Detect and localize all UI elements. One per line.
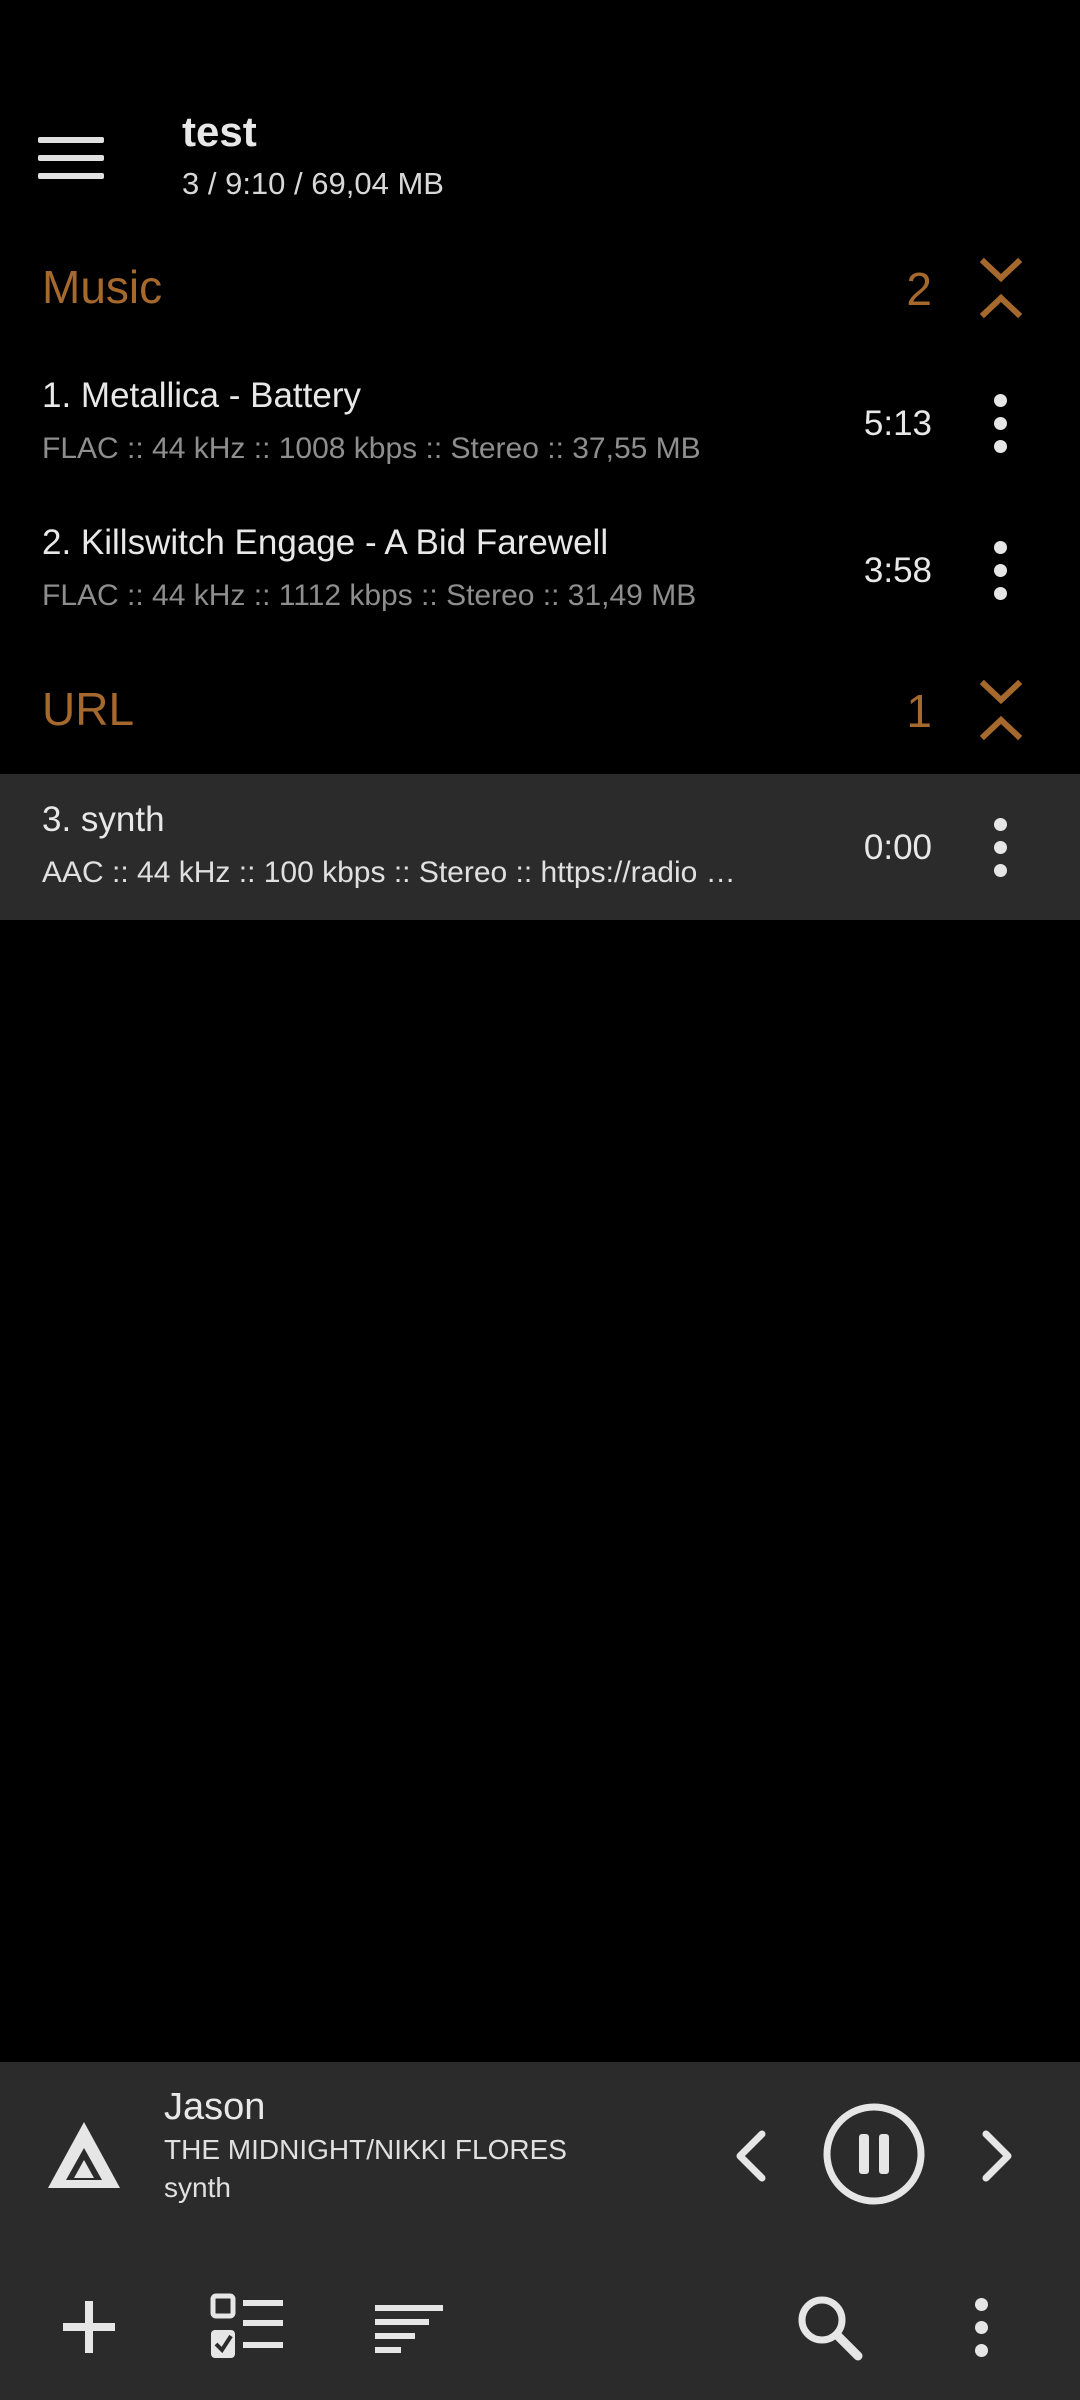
search-icon[interactable] [784,2282,874,2372]
now-playing-title: Jason [164,2086,266,2128]
collapse-expand-icon[interactable] [978,256,1024,320]
now-playing-album: synth [164,2172,231,2203]
track-duration: 0:00 [863,828,932,867]
collapse-expand-icon[interactable] [978,678,1024,742]
track-title: 2. Killswitch Engage - A Bid Farewell [42,523,609,562]
track-title: 1. Metallica - Battery [42,376,361,415]
track-row[interactable]: 2. Killswitch Engage - A Bid Farewell FL… [0,497,1080,643]
track-duration: 3:58 [863,551,932,590]
playlist-title: test [182,108,257,155]
aimp-logo-icon [48,2122,120,2188]
plus-icon[interactable] [44,2282,134,2372]
group-count: 2 [906,263,932,315]
sort-icon[interactable] [364,2282,454,2372]
more-vertical-icon[interactable] [936,2282,1026,2372]
more-vertical-icon[interactable] [970,812,1030,882]
track-meta: FLAC :: 44 kHz :: 1008 kbps :: Stereo ::… [42,432,701,465]
track-row-playing[interactable]: 3. synth AAC :: 44 kHz :: 100 kbps :: St… [0,774,1080,920]
checklist-icon[interactable] [202,2282,292,2372]
playlist-summary: 3 / 9:10 / 69,04 MB [182,166,444,201]
group-count: 1 [906,685,932,737]
more-vertical-icon[interactable] [970,535,1030,605]
group-name: Music [42,261,163,313]
track-title: 3. synth [42,800,165,839]
bottom-toolbar [0,2260,1080,2400]
group-header-url[interactable]: URL 1 [0,660,1080,760]
track-meta: FLAC :: 44 kHz :: 1112 kbps :: Stereo ::… [42,579,697,612]
track-duration: 5:13 [863,404,932,443]
track-meta: AAC :: 44 kHz :: 100 kbps :: Stereo :: h… [42,856,736,889]
track-row[interactable]: 1. Metallica - Battery FLAC :: 44 kHz ::… [0,350,1080,496]
group-header-music[interactable]: Music 2 [0,238,1080,338]
menu-icon[interactable] [38,122,122,194]
group-name: URL [42,683,135,735]
more-vertical-icon[interactable] [970,388,1030,458]
now-playing-artist: THE MIDNIGHT/NIKKI FLORES [164,2134,567,2165]
app-header: test 3 / 9:10 / 69,04 MB [0,0,1080,230]
chevron-right-icon[interactable] [966,2116,1026,2196]
pause-icon[interactable] [822,2102,926,2206]
chevron-left-icon[interactable] [722,2116,782,2196]
